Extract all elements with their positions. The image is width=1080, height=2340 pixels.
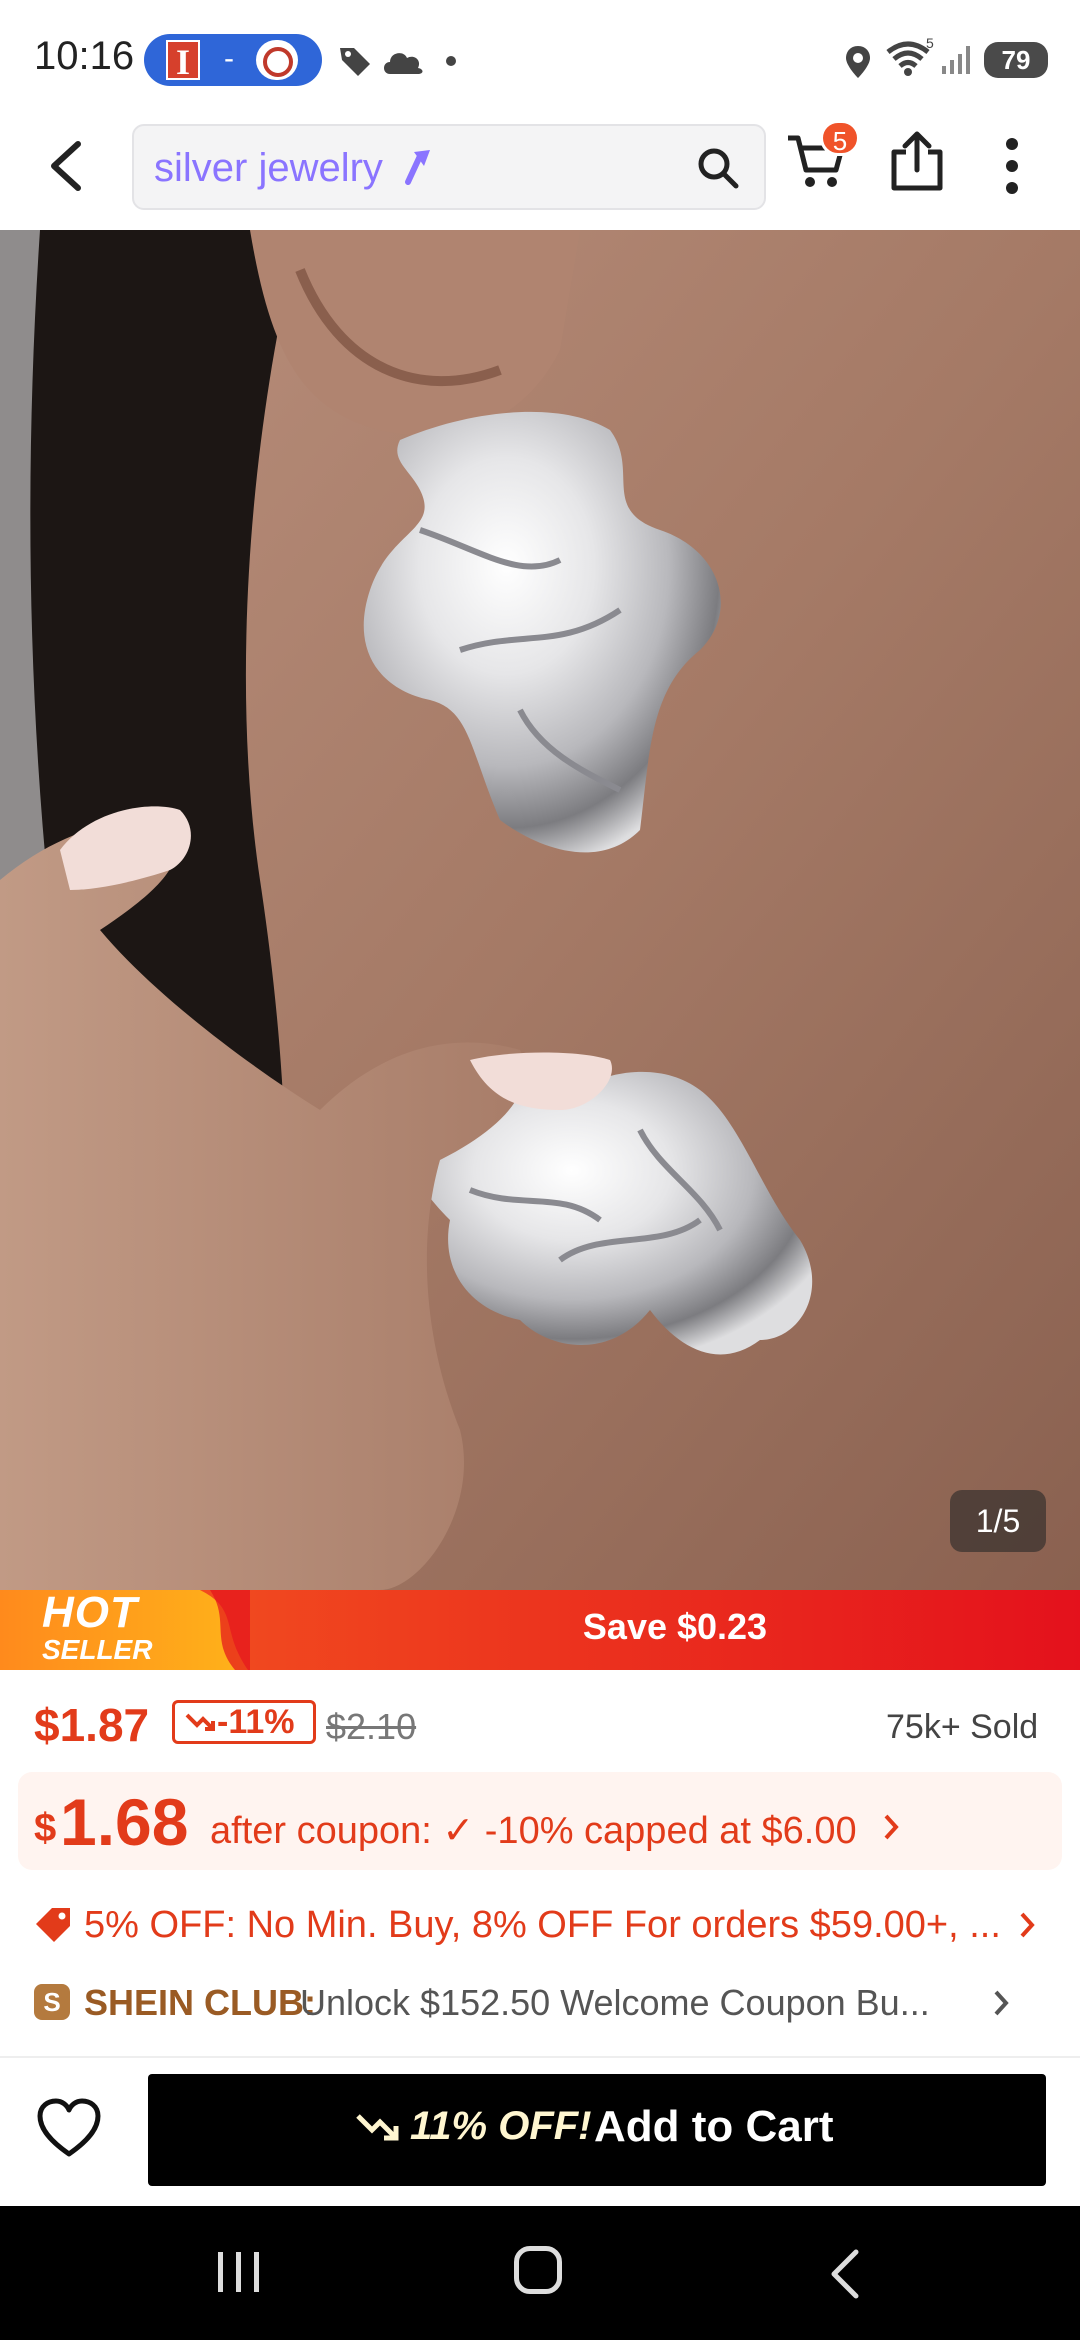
divider bbox=[0, 2056, 1080, 2058]
cell-signal-icon bbox=[942, 46, 970, 74]
add-to-cart-button[interactable]: 11% OFF! Add to Cart bbox=[148, 2074, 1046, 2186]
back-arrow-icon[interactable] bbox=[44, 138, 88, 194]
share-icon[interactable] bbox=[888, 130, 946, 192]
add-to-cart-discount: 11% OFF! bbox=[410, 2104, 592, 2148]
earrings-photo bbox=[0, 230, 1080, 1590]
coupon-description: after coupon: ✓ -10% capped at $6.00 bbox=[210, 1810, 857, 1852]
coupon-currency: $ bbox=[34, 1806, 57, 1850]
battery-indicator: 79 bbox=[984, 42, 1048, 78]
sold-count: 75k+ Sold bbox=[886, 1708, 1039, 1746]
search-query-text: silver jewelry bbox=[154, 146, 383, 190]
status-clock: 10:16 bbox=[34, 34, 135, 78]
wishlist-heart-icon[interactable] bbox=[36, 2098, 102, 2158]
product-image[interactable] bbox=[0, 230, 1080, 1590]
cart-count-badge: 5 bbox=[820, 120, 860, 156]
team-logo-ohio-state-icon bbox=[256, 40, 298, 80]
offer-text[interactable]: 5% OFF: No Min. Buy, 8% OFF For orders $… bbox=[84, 1904, 1001, 1947]
down-trend-icon bbox=[185, 1713, 215, 1731]
image-counter: 1/5 bbox=[950, 1490, 1046, 1552]
discount-badge: -11% bbox=[172, 1700, 316, 1744]
club-offer-text[interactable]: Unlock $152.50 Welcome Coupon Bu... bbox=[300, 1982, 930, 2024]
hot-label: HOT bbox=[42, 1588, 138, 1637]
current-price: $1.87 bbox=[34, 1699, 150, 1751]
team-logo-illinois-icon: I bbox=[166, 40, 200, 82]
discount-percent: -11% bbox=[217, 1703, 295, 1741]
seller-label: SELLER bbox=[42, 1634, 153, 1665]
search-icon[interactable] bbox=[696, 146, 740, 190]
chevron-right-icon[interactable] bbox=[882, 1812, 902, 1842]
notification-dot-icon bbox=[446, 56, 456, 66]
tag-notification-icon bbox=[340, 48, 370, 76]
chevron-right-icon[interactable] bbox=[992, 1988, 1012, 2018]
location-icon bbox=[846, 46, 870, 78]
shein-club-icon: S bbox=[34, 1984, 70, 2020]
trending-arrow-icon bbox=[405, 150, 430, 185]
cloud-notification-icon bbox=[384, 53, 423, 74]
nav-back-icon[interactable] bbox=[826, 2248, 862, 2300]
chevron-right-icon[interactable] bbox=[1018, 1910, 1038, 1940]
recent-apps-icon[interactable] bbox=[214, 2250, 264, 2294]
home-button-icon[interactable] bbox=[514, 2246, 562, 2294]
down-trend-icon bbox=[356, 2114, 399, 2141]
more-options-icon[interactable] bbox=[1000, 136, 1024, 196]
original-price: $2.10 bbox=[326, 1706, 417, 1747]
club-name: SHEIN CLUB: bbox=[84, 1982, 316, 2023]
score-dash: - bbox=[224, 42, 234, 75]
svg-text:5: 5 bbox=[926, 38, 934, 51]
search-input[interactable]: silver jewelry bbox=[132, 124, 766, 210]
wifi-icon: 5 bbox=[886, 38, 934, 76]
add-to-cart-label: Add to Cart bbox=[594, 2102, 834, 2151]
coupon-price: 1.68 bbox=[60, 1785, 189, 1859]
sports-score-pill[interactable]: I - bbox=[144, 34, 322, 86]
offer-tag-icon bbox=[36, 1908, 70, 1942]
save-amount-text: Save $0.23 bbox=[582, 1606, 768, 1647]
